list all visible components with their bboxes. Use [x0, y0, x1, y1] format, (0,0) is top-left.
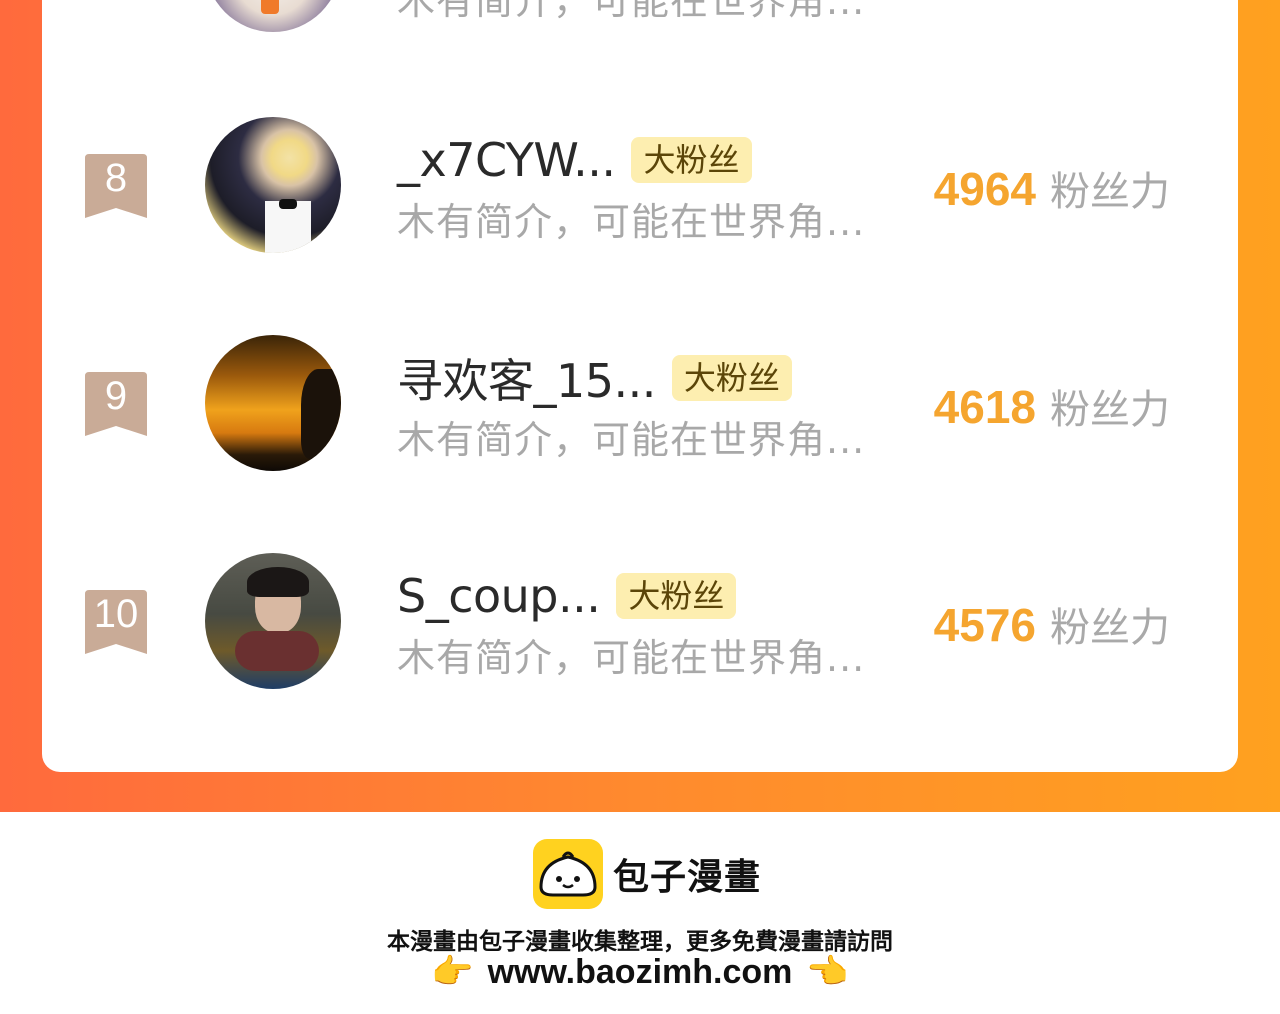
fan-power-unit: 粉丝力 — [1050, 169, 1170, 215]
pointing-right-hand-icon: 👉 — [431, 952, 474, 992]
list-item[interactable]: 10 S_coup... 大粉丝 木有简介，可能在世界角... 4576 粉丝力 — [42, 553, 1238, 693]
rank-number: 10 — [93, 592, 139, 636]
fan-power-stat: 4964 粉丝力 — [934, 159, 1170, 217]
fan-level-badge: 大粉丝 — [631, 137, 752, 183]
rank-number: 9 — [104, 374, 128, 418]
user-description: 木有简介，可能在世界角... — [397, 418, 866, 462]
brand: 包子漫畫 — [533, 839, 761, 909]
avatar[interactable] — [205, 335, 341, 471]
fan-power-unit: 粉丝力 — [1050, 387, 1170, 433]
brand-name: 包子漫畫 — [613, 857, 762, 898]
fan-power-unit: 粉丝力 — [1050, 605, 1170, 651]
fan-power-stat: 4618 粉丝力 — [934, 377, 1170, 435]
user-description: 木有简介，可能在世界角... — [397, 0, 866, 23]
avatar[interactable] — [205, 553, 341, 689]
list-item-partial[interactable]: 木有简介，可能在世界角... — [42, 0, 1238, 36]
username[interactable]: S_coup... — [397, 569, 601, 623]
watermark-footer: 包子漫畫 本漫畫由包子漫畫收集整理，更多免費漫畫請訪問 👉 www.baozim… — [0, 812, 1280, 1014]
user-description: 木有简介，可能在世界角... — [397, 636, 866, 680]
leaderboard-frame: 木有简介，可能在世界角... 8 _x7CYW... 大粉丝 木有简介，可能在世… — [0, 0, 1280, 812]
fan-level-badge: 大粉丝 — [671, 355, 792, 401]
fan-level-badge: 大粉丝 — [616, 573, 737, 619]
site-url-link[interactable]: www.baozimh.com — [488, 953, 793, 992]
rank-badge: 9 — [85, 372, 147, 436]
rank-number: 8 — [104, 156, 128, 200]
avatar[interactable] — [205, 117, 341, 253]
username[interactable]: _x7CYW... — [397, 133, 616, 187]
leaderboard-card: 木有简介，可能在世界角... 8 _x7CYW... 大粉丝 木有简介，可能在世… — [42, 0, 1238, 772]
baozi-logo-icon — [533, 839, 603, 909]
rank-badge: 8 — [85, 154, 147, 218]
user-description: 木有简介，可能在世界角... — [397, 200, 866, 244]
list-item[interactable]: 9 寻欢客_15... 大粉丝 木有简介，可能在世界角... 4618 粉丝力 — [42, 335, 1238, 475]
rank-badge: 10 — [85, 590, 147, 654]
username[interactable]: 寻欢客_15... — [397, 345, 656, 411]
fan-power-value: 4576 — [933, 599, 1036, 651]
fan-power-stat: 4576 粉丝力 — [934, 595, 1170, 653]
fan-power-value: 4964 — [933, 163, 1036, 215]
fan-power-value: 4618 — [933, 381, 1036, 433]
avatar[interactable] — [205, 0, 341, 32]
watermark-notice: 本漫畫由包子漫畫收集整理，更多免費漫畫請訪問 — [387, 929, 893, 955]
list-item[interactable]: 8 _x7CYW... 大粉丝 木有简介，可能在世界角... 4964 粉丝力 — [42, 117, 1238, 257]
pointing-left-hand-icon: 👈 — [806, 952, 849, 992]
